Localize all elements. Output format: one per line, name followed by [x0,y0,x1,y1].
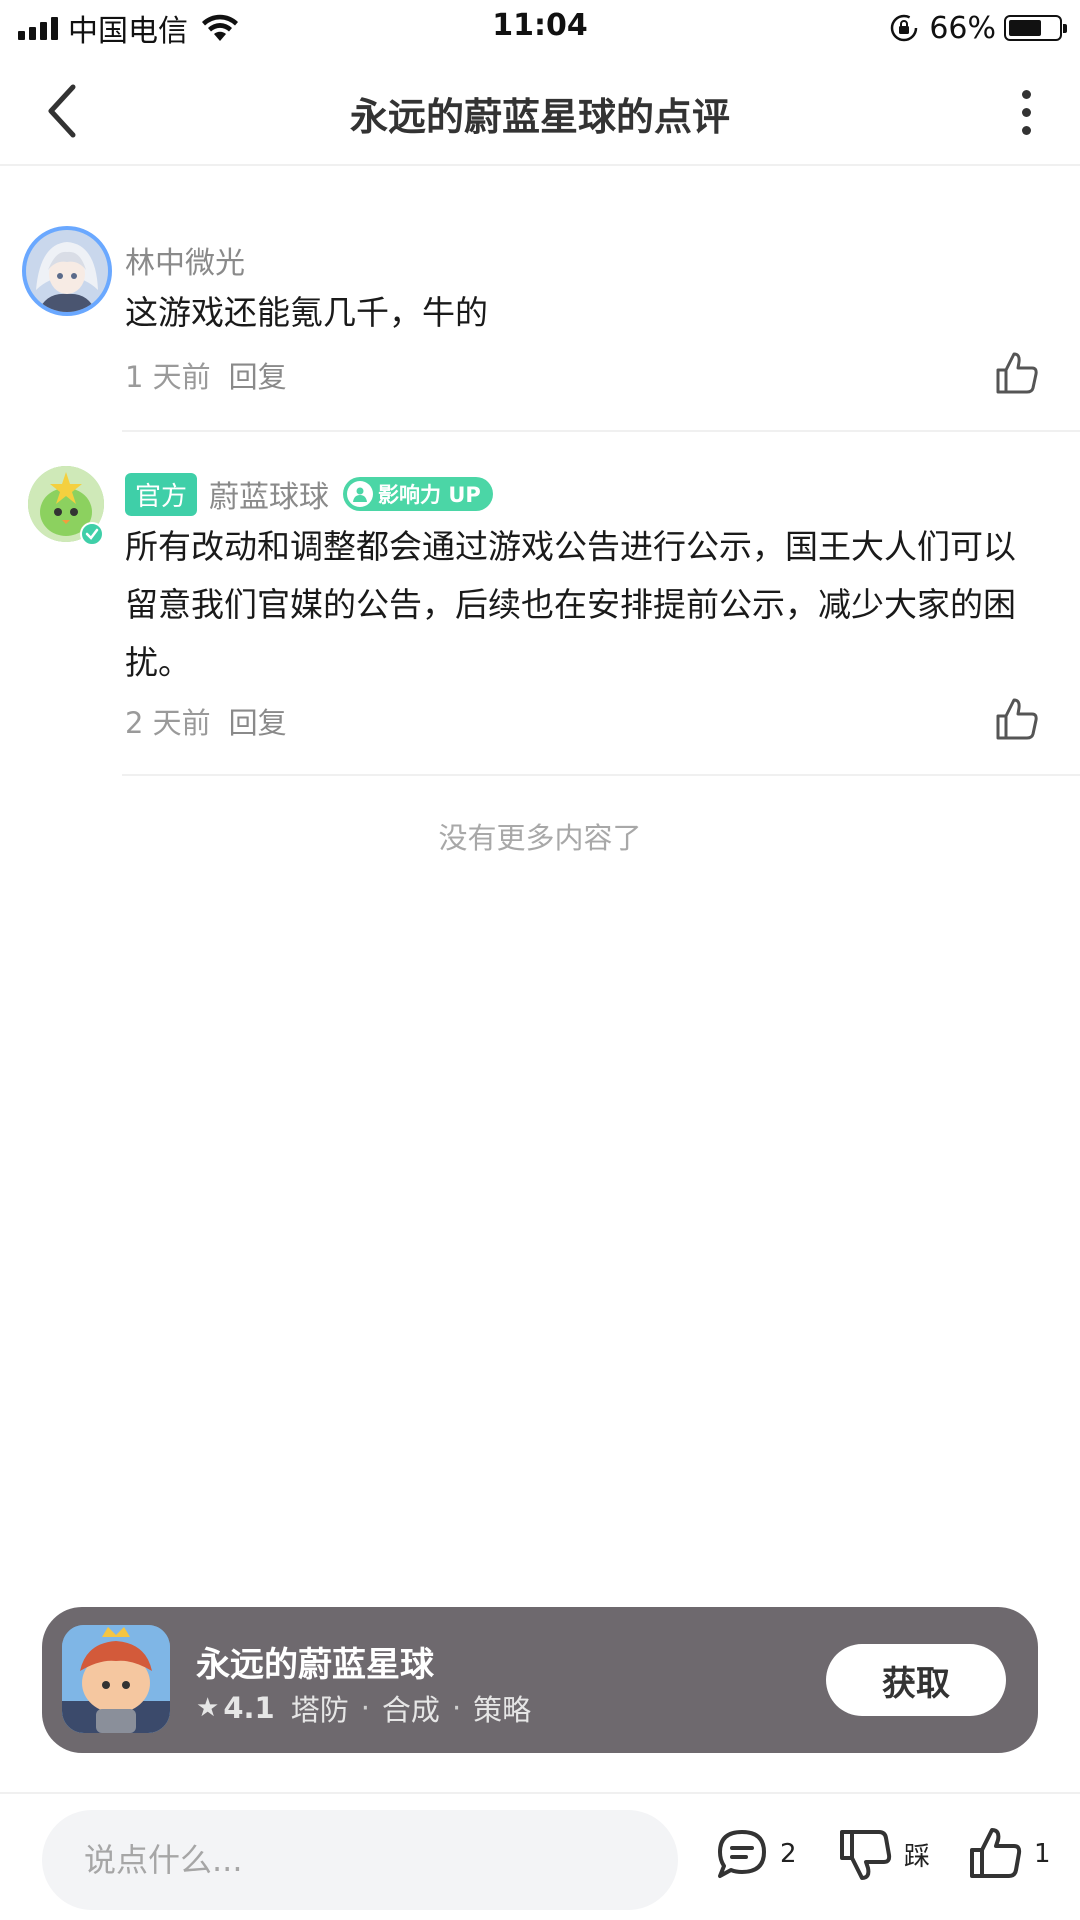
app-tag: 塔防 [290,1693,349,1727]
dislike-button[interactable]: 踩 [836,1824,930,1884]
battery-icon [1004,15,1067,41]
user-up-icon [347,481,374,507]
avatar[interactable] [22,226,112,316]
app-rating: 4.1 [223,1691,275,1725]
page-title: 永远的蔚蓝星球的点评 [349,95,730,139]
separator-dot: · [360,1691,370,1725]
divider [122,430,1080,432]
app-icon-image [62,1625,170,1733]
get-button[interactable]: 获取 [826,1644,1006,1716]
comment-button[interactable]: 2 [712,1824,797,1884]
status-bar: 中国电信 11:04 66% [0,0,1080,56]
influence-badge[interactable]: 影响力 UP [343,477,493,511]
bottom-bar: 2 踩 1 [0,1792,1080,1920]
comment-icon [718,1830,766,1878]
back-button[interactable] [30,78,96,144]
thumbs-up-icon[interactable] [994,350,1040,396]
official-tag: 官方 [125,472,198,516]
comment-input-box[interactable] [42,1810,678,1910]
app-icon[interactable] [62,1625,170,1733]
like-count: 1 [1034,1839,1051,1869]
comment-text: 所有改动和调整都会通过游戏公告进行公示，国王大人们可以留意我们官媒的公告，后续也… [125,527,1016,682]
thumbs-up-icon[interactable] [994,696,1040,742]
comment-input[interactable] [84,1810,644,1910]
app-tag: 策略 [473,1693,532,1727]
comment-time: 1 天前 [125,360,211,394]
like-button[interactable]: 1 [966,1824,1051,1884]
username[interactable]: 蔚蓝球球 [209,472,329,516]
thumbs-up-icon [970,1828,1022,1878]
app-card[interactable]: 永远的蔚蓝星球 ★ 4.1 塔防 · 合成 · 策略 获取 [42,1607,1038,1753]
verified-icon [80,522,104,546]
dislike-label: 踩 [904,1841,931,1872]
no-more-content: 没有更多内容了 [438,821,642,855]
battery-fill [1009,20,1041,36]
comment-time: 2 天前 [125,706,211,740]
chevron-left-icon [48,84,76,138]
comment-count: 2 [780,1839,797,1869]
reply-button[interactable]: 回复 [229,700,287,742]
divider [122,774,1080,776]
nav-bar: 永远的蔚蓝星球的点评 [0,56,1080,166]
star-icon: ★ [196,1693,220,1723]
more-vertical-icon [1021,89,1031,99]
influence-badge-label: 影响力 UP [378,483,481,507]
comment-text: 这游戏还能氪几千，牛的 [125,293,488,332]
thumbs-down-icon [840,1830,892,1880]
app-name: 永远的蔚蓝星球 [196,1645,434,1685]
rotation-lock-icon [891,14,918,42]
review-page: 中国电信 11:04 66% 永远的蔚蓝星球的点评 林中微光 这游戏还能氪几千，… [0,0,1080,1920]
username[interactable]: 林中微光 [125,238,245,282]
more-button[interactable] [998,84,1054,140]
separator-dot: · [451,1691,462,1725]
avatar-image [26,230,108,312]
reply-button[interactable]: 回复 [229,354,287,396]
app-tag: 合成 [381,1693,440,1727]
app-meta: ★ 4.1 塔防 · 合成 · 策略 [196,1687,531,1729]
battery-percent: 66% [929,10,996,46]
